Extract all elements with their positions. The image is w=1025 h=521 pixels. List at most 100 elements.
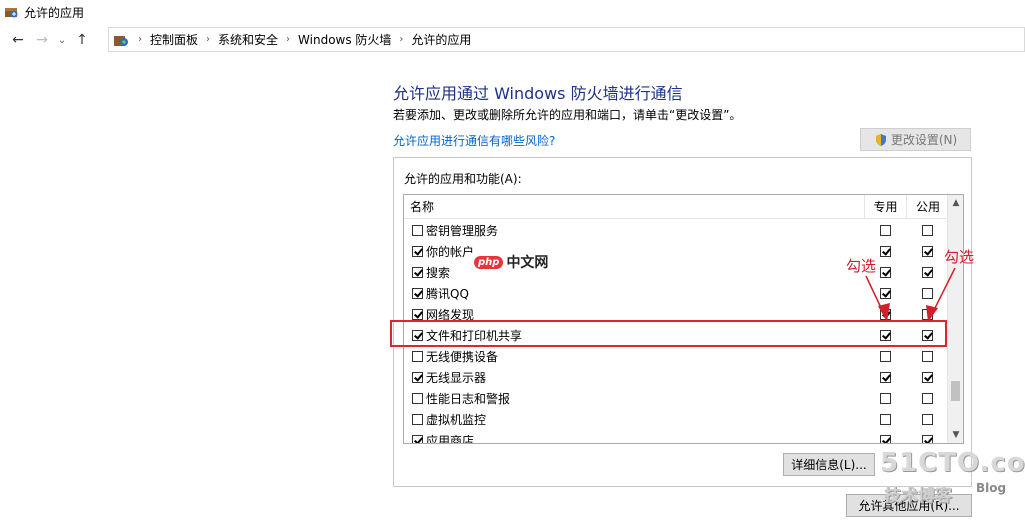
private-cell <box>864 372 906 383</box>
private-checkbox[interactable] <box>879 267 891 278</box>
back-button[interactable]: ← <box>6 28 30 52</box>
chevron-right-icon: › <box>286 34 291 45</box>
app-enabled-checkbox[interactable] <box>412 372 423 383</box>
private-checkbox[interactable] <box>879 225 891 236</box>
public-checkbox[interactable] <box>922 288 933 299</box>
scroll-thumb[interactable] <box>951 381 960 401</box>
app-name-cell: 虚拟机监控 <box>404 411 864 428</box>
list-scrollbar[interactable]: ▲ ▼ <box>947 195 963 443</box>
private-cell <box>864 393 906 404</box>
public-checkbox[interactable] <box>922 225 933 236</box>
app-enabled-checkbox[interactable] <box>412 225 423 236</box>
public-checkbox[interactable] <box>922 372 933 383</box>
address-bar[interactable]: › 控制面板 › 系统和安全 › Windows 防火墙 › 允许的应用 <box>108 27 1025 52</box>
table-row[interactable]: 无线便携设备 <box>404 346 949 367</box>
change-settings-label: 更改设置(N) <box>890 133 958 147</box>
title-bar: 允许的应用 <box>0 0 1025 24</box>
app-name-cell: 无线便携设备 <box>404 348 864 365</box>
change-settings-button[interactable]: 更改设置(N) <box>860 128 971 151</box>
breadcrumb-control-panel[interactable]: 控制面板 <box>147 31 201 48</box>
public-cell <box>906 288 949 299</box>
forward-button[interactable]: → <box>30 28 54 52</box>
arrow-up-icon: ↑ <box>76 32 88 48</box>
public-checkbox[interactable] <box>922 309 933 320</box>
private-checkbox[interactable] <box>879 414 891 425</box>
app-name-label: 密钥管理服务 <box>426 224 499 238</box>
private-checkbox[interactable] <box>879 309 891 320</box>
chevron-down-icon: ⌄ <box>57 34 67 46</box>
public-checkbox[interactable] <box>922 414 933 425</box>
public-cell <box>906 309 949 320</box>
public-cell <box>906 393 949 404</box>
shield-icon <box>875 133 886 146</box>
app-enabled-checkbox[interactable] <box>412 351 423 362</box>
app-enabled-checkbox[interactable] <box>412 246 423 257</box>
public-cell <box>906 267 949 278</box>
app-name-label: 腾讯QQ <box>426 287 469 301</box>
column-header-public[interactable]: 公用 <box>906 195 949 219</box>
table-row[interactable]: 无线显示器 <box>404 367 949 388</box>
breadcrumb-allowed-apps[interactable]: 允许的应用 <box>408 31 474 48</box>
public-cell <box>906 351 949 362</box>
app-name-label: 你的帐户 <box>426 245 475 259</box>
app-name-cell: 你的帐户 <box>404 243 864 260</box>
column-header-private[interactable]: 专用 <box>864 195 906 219</box>
arrow-left-icon: ← <box>12 32 24 48</box>
public-cell <box>906 372 949 383</box>
breadcrumb-system-security[interactable]: 系统和安全 <box>215 31 281 48</box>
app-name-label: 应用商店 <box>426 434 475 444</box>
annotation-label-left: 勾选 <box>846 257 877 275</box>
app-enabled-checkbox[interactable] <box>412 309 423 320</box>
private-cell <box>864 309 906 320</box>
private-checkbox[interactable] <box>879 435 891 443</box>
scroll-down-arrow-icon[interactable]: ▼ <box>948 427 963 443</box>
up-button[interactable]: ↑ <box>70 28 94 52</box>
app-name-label: 无线便携设备 <box>426 350 499 364</box>
app-enabled-checkbox[interactable] <box>412 393 423 404</box>
private-checkbox[interactable] <box>879 393 891 404</box>
public-cell <box>906 225 949 236</box>
public-checkbox[interactable] <box>922 393 933 404</box>
chevron-right-icon: › <box>206 34 211 45</box>
app-enabled-checkbox[interactable] <box>412 435 423 443</box>
table-row[interactable]: 应用商店 <box>404 430 949 444</box>
navigation-bar: ← → ⌄ ↑ › 控制面板 › 系统和安全 › Windows 防火墙 › 允… <box>0 26 1025 54</box>
public-cell <box>906 414 949 425</box>
breadcrumb-windows-firewall[interactable]: Windows 防火墙 <box>295 31 394 48</box>
app-enabled-checkbox[interactable] <box>412 267 423 278</box>
scroll-up-arrow-icon[interactable]: ▲ <box>948 195 963 211</box>
php-watermark-text: 中文网 <box>506 255 549 271</box>
public-checkbox[interactable] <box>922 267 933 278</box>
private-checkbox[interactable] <box>879 372 891 383</box>
private-cell <box>864 225 906 236</box>
site-watermark-sub: 技术博客 <box>884 486 952 506</box>
list-header: 名称 专用 公用 <box>404 195 949 219</box>
public-checkbox[interactable] <box>922 246 933 257</box>
table-row[interactable]: 性能日志和警报 <box>404 388 949 409</box>
details-button[interactable]: 详细信息(L)... <box>783 453 875 476</box>
app-name-cell: 应用商店 <box>404 432 864 444</box>
page-title: 允许应用通过 Windows 防火墙进行通信 <box>393 84 683 103</box>
public-cell <box>906 246 949 257</box>
app-name-cell: 无线显示器 <box>404 369 864 386</box>
private-checkbox[interactable] <box>879 246 891 257</box>
table-row[interactable]: 腾讯QQ <box>404 283 949 304</box>
risk-info-link[interactable]: 允许应用进行通信有哪些风险? <box>393 132 555 149</box>
app-enabled-checkbox[interactable] <box>412 288 423 299</box>
site-watermark-blog: Blog <box>976 481 1007 495</box>
highlight-box <box>390 320 947 347</box>
public-checkbox[interactable] <box>922 435 933 443</box>
allowed-apps-label: 允许的应用和功能(A): <box>404 172 522 186</box>
column-header-name[interactable]: 名称 <box>404 195 864 219</box>
public-checkbox[interactable] <box>922 351 933 362</box>
private-cell <box>864 414 906 425</box>
table-row[interactable]: 密钥管理服务 <box>404 220 949 241</box>
private-checkbox[interactable] <box>879 288 891 299</box>
firewall-icon <box>5 8 18 18</box>
arrow-right-icon: → <box>36 32 48 48</box>
recent-locations-button[interactable]: ⌄ <box>54 28 70 52</box>
private-cell <box>864 435 906 443</box>
private-checkbox[interactable] <box>879 351 891 362</box>
app-enabled-checkbox[interactable] <box>412 414 423 425</box>
table-row[interactable]: 虚拟机监控 <box>404 409 949 430</box>
